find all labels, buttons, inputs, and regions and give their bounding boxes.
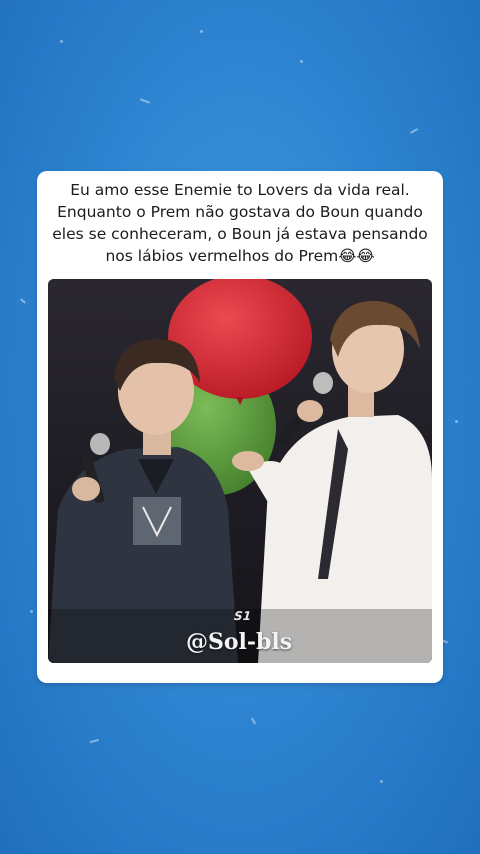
post-card: Eu amo esse Enemie to Lovers da vida rea… (37, 171, 443, 683)
post-photo[interactable]: S1 @Sol-bls (48, 279, 432, 663)
sparkle (250, 717, 257, 725)
caption-line: eles se conheceram, o Boun já estava pen… (52, 225, 428, 243)
caption-line: Eu amo esse Enemie to Lovers da vida rea… (70, 181, 410, 199)
sparkle (200, 30, 203, 33)
sparkle (60, 40, 63, 43)
sparkle (410, 128, 418, 134)
sparkle (20, 298, 26, 304)
caption-line: nos lábios vermelhos do Prem😂😂 (105, 247, 375, 265)
sparkle (89, 738, 100, 744)
sparkle (300, 60, 303, 63)
caption-line: Enquanto o Prem não gostava do Boun quan… (57, 203, 423, 221)
sparkle (139, 98, 151, 104)
photo-illustration (48, 279, 432, 663)
sparkle (455, 420, 458, 423)
sparkle (30, 610, 33, 613)
post-caption: Eu amo esse Enemie to Lovers da vida rea… (49, 179, 431, 267)
sparkle (380, 780, 383, 783)
watermark-text: @Sol-bls (186, 629, 293, 655)
